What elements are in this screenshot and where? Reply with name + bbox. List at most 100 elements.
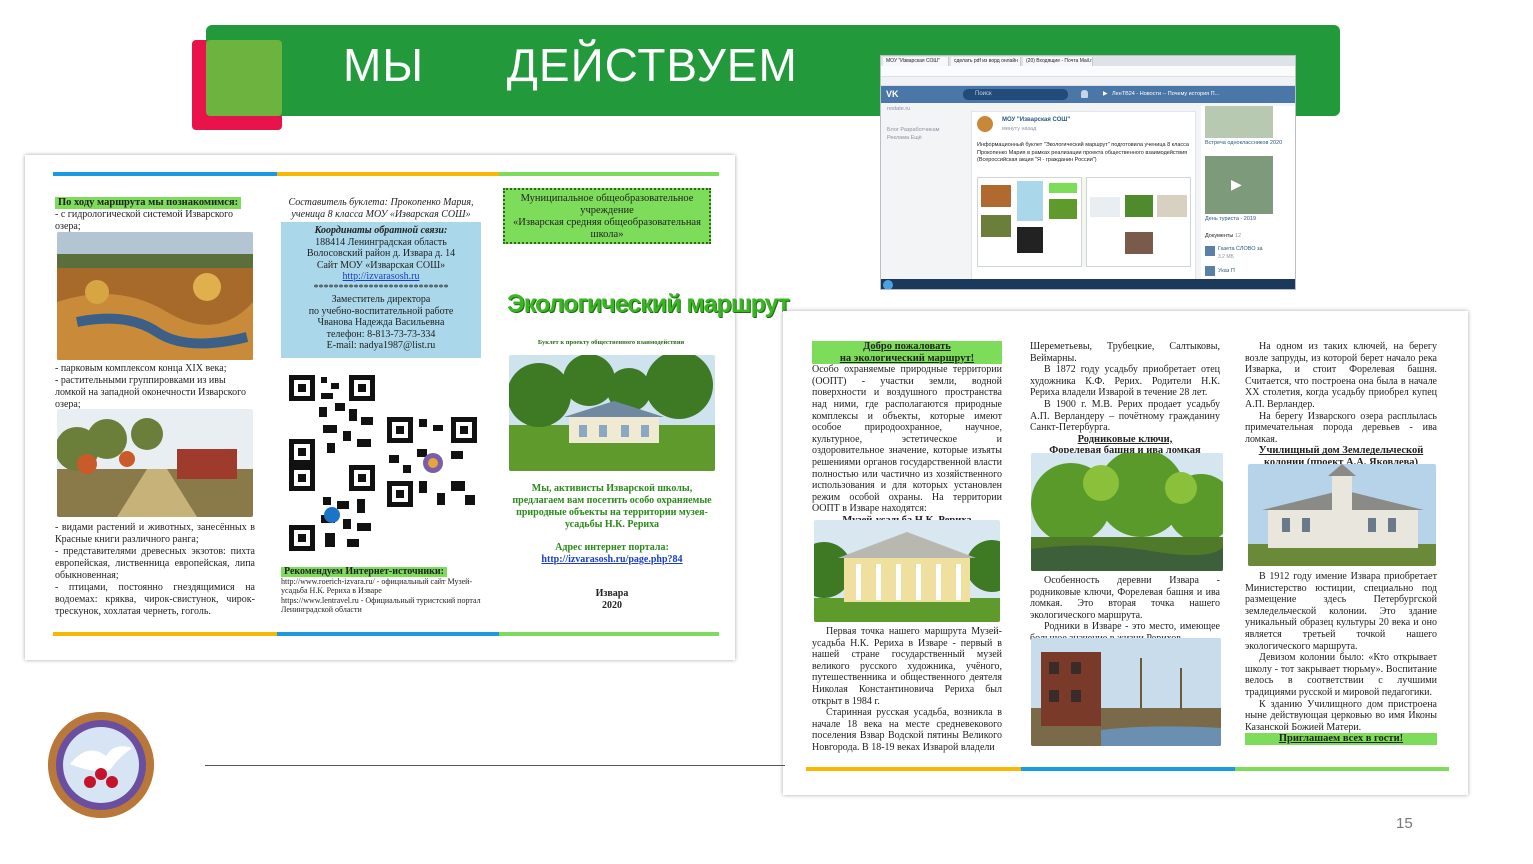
springs-willow-photo bbox=[1031, 453, 1223, 571]
bottom-stripe-blue bbox=[277, 632, 499, 636]
col1-item-1: - с гидрологической системой Изварского … bbox=[55, 209, 234, 232]
bottom-stripe-yellow bbox=[53, 632, 277, 636]
browser-tab[interactable]: МОУ "Изварская СОШ" bbox=[883, 57, 949, 66]
vk-right-column: Встреча одноклассников 2020 ▶ День турис… bbox=[1201, 106, 1295, 281]
manor-house-photo bbox=[509, 355, 715, 471]
park-alley-photo bbox=[57, 409, 253, 517]
col1-item-3: - видами растений и животных, занесённых… bbox=[55, 522, 255, 617]
title-accent-green bbox=[206, 40, 282, 116]
lake-aerial-photo bbox=[57, 232, 253, 360]
title-word-1: МЫ bbox=[343, 39, 425, 91]
document-size: 3.2 МБ bbox=[1218, 254, 1234, 260]
qr-code-icon bbox=[385, 415, 479, 509]
p2-col2: Шереметьевы, Трубецкие, Салтыковы, Вейма… bbox=[1030, 341, 1220, 457]
year-1912-text: В 1912 году имение Извара приобретает Ми… bbox=[1245, 571, 1437, 652]
slide-title: МЫ ДЕЙСТВУЕМ bbox=[343, 38, 798, 92]
post-text: Информационный буклет "Экологический мар… bbox=[977, 142, 1189, 163]
feedback-title: Координаты обратной связи: bbox=[314, 225, 448, 236]
post-time: минуту назад bbox=[1002, 126, 1037, 132]
document-icon bbox=[1205, 246, 1215, 256]
document-link[interactable]: Указ П bbox=[1218, 268, 1235, 274]
school-site-link[interactable]: http://izvarasosh.ru bbox=[281, 271, 481, 283]
portal-link[interactable]: http://izvarasosh.ru/page.php?84 bbox=[509, 554, 715, 565]
album-caption[interactable]: Встреча одноклассников 2020 bbox=[1205, 140, 1295, 147]
document-link[interactable]: Газета СЛОВО за bbox=[1218, 246, 1263, 252]
booklet-title: Экологический маршрут bbox=[507, 290, 790, 318]
vk-header: VK Поиск ▶ ЛенТВ24 - Новости -- Почему и… bbox=[881, 86, 1295, 103]
browser-address-bar[interactable] bbox=[881, 66, 1295, 77]
vk-post: МОУ "Изварская СОШ" минуту назад Информа… bbox=[971, 111, 1196, 281]
school-logo-icon bbox=[48, 712, 154, 818]
school-house-photo bbox=[1248, 464, 1436, 566]
deputy-contact: Заместитель директора по учебно-воспитат… bbox=[308, 294, 454, 351]
bottom-stripe-green bbox=[499, 632, 719, 636]
sidebar-brand: restate.ru bbox=[887, 106, 911, 112]
springs-text: Особенность деревни Извара - родниковые … bbox=[1030, 575, 1220, 621]
footer-divider bbox=[205, 765, 785, 766]
bottom-stripe-blue bbox=[1021, 767, 1235, 771]
browser-tab[interactable]: сделать pdf из ворд онлайн bbox=[951, 57, 1021, 66]
sidebar-links[interactable]: Блог Разработчикам Реклама Ещё bbox=[887, 126, 939, 142]
welcome-heading: Добро пожаловать на экологический маршру… bbox=[812, 341, 1002, 365]
p2-col3: На одном из таких ключей, на берегу возл… bbox=[1245, 341, 1437, 469]
booklet-year: 2020 bbox=[602, 600, 622, 611]
album-cover-photo[interactable] bbox=[1205, 106, 1273, 138]
col1-heading: По ходу маршрута мы познакомимся: bbox=[55, 197, 242, 209]
vk-logo-icon[interactable]: VK bbox=[886, 89, 899, 99]
top-stripe-blue bbox=[53, 172, 277, 176]
browser-tab[interactable]: (20) Входящие - Почта Mail.ru bbox=[1023, 57, 1093, 66]
play-icon[interactable]: ▶ bbox=[1103, 88, 1108, 101]
invite-footer: Приглашаем всех в гости! bbox=[1245, 733, 1437, 745]
museum-text: Первая точка нашего маршрута Музей-усадь… bbox=[812, 626, 1002, 707]
video-caption[interactable]: День туриста - 2019 bbox=[1205, 216, 1295, 222]
bottom-stripe-green bbox=[1235, 767, 1449, 771]
vk-post-screenshot: МОУ "Изварская СОШ" сделать pdf из ворд … bbox=[880, 55, 1296, 290]
invite-text: Мы, активисты Изварской школы, предлагае… bbox=[512, 483, 712, 530]
contact-box: Координаты обратной связи: 188414 Ленинг… bbox=[281, 222, 481, 358]
trout-tower-text: На одном из таких ключей, на берегу возл… bbox=[1245, 341, 1437, 410]
school-name-box: Муниципальное общеобразовательное учрежд… bbox=[503, 188, 711, 244]
p2-col2-lower: Особенность деревни Извара - родниковые … bbox=[1030, 575, 1220, 645]
title-word-2: ДЕЙСТВУЕМ bbox=[506, 39, 798, 91]
windows-taskbar bbox=[881, 279, 1295, 289]
play-icon[interactable]: ▶ bbox=[1231, 176, 1242, 193]
owners-text: Шереметьевы, Трубецкие, Салтыковы, Вейма… bbox=[1030, 341, 1220, 364]
stars-divider: *************************** bbox=[313, 282, 449, 294]
motto-text: Девизом колонии было: «Кто открывает шко… bbox=[1245, 652, 1437, 698]
booklet-subtitle: Буклет к проекту общественного взаимодей… bbox=[537, 339, 685, 346]
sources-heading: Рекомендуем Интернет-источники: bbox=[281, 567, 447, 577]
document-icon bbox=[1205, 266, 1215, 276]
booklet-page-1: По ходу маршрута мы познакомимся: - с ги… bbox=[25, 155, 790, 660]
year-1900-text: В 1900 г. М.В. Рерих продает усадьбу А.П… bbox=[1030, 398, 1220, 434]
place-name: Извара bbox=[595, 588, 629, 599]
top-stripe-yellow bbox=[277, 172, 499, 176]
trout-tower-photo bbox=[1031, 638, 1221, 746]
sources-block: Рекомендуем Интернет-источники: http://w… bbox=[281, 567, 481, 615]
willow-text: На берегу Изварского озера расплылась пр… bbox=[1245, 410, 1437, 445]
vk-search-input[interactable]: Поиск bbox=[963, 89, 1068, 100]
address-text: 188414 Ленинградская область Волосовский… bbox=[306, 236, 456, 271]
top-stripe-green bbox=[499, 172, 719, 176]
portal-label: Адрес интернет портала: bbox=[555, 542, 669, 553]
p2-col1-lower: Первая точка нашего маршрута Музей-усадь… bbox=[812, 626, 1002, 754]
booklet-page-2: Добро пожаловать на экологический маршру… bbox=[783, 311, 1468, 795]
documents-label: Документы 12 bbox=[1205, 233, 1242, 239]
start-button-icon[interactable] bbox=[883, 280, 893, 289]
oopt-text: Особо охраняемые природные территории (О… bbox=[812, 364, 1002, 515]
qr-code-icon bbox=[287, 373, 377, 553]
news-ticker[interactable]: ЛенТВ24 - Новости -- Почему история П... bbox=[1112, 90, 1262, 99]
browser-tab-bar: МОУ "Изварская СОШ" сделать pdf из ворд … bbox=[881, 56, 1295, 66]
estate-text: Старинная русская усадьба, возникла в на… bbox=[812, 707, 1002, 753]
compiler-credit: Составитель буклета: Прокопенко Мария, у… bbox=[288, 197, 474, 220]
rerikh-museum-photo bbox=[814, 520, 1000, 622]
bell-icon[interactable] bbox=[1081, 90, 1088, 98]
avatar[interactable] bbox=[977, 116, 993, 132]
col1-item-2: - парковым комплексом конца XIX века; - … bbox=[55, 363, 246, 410]
church-text: К зданию Училищного дом пристроена ныне … bbox=[1245, 698, 1437, 733]
video-cover-photo[interactable]: ▶ bbox=[1205, 156, 1273, 214]
bookmarks-bar bbox=[881, 77, 1295, 86]
post-attachment-booklet[interactable] bbox=[977, 177, 1191, 267]
post-author[interactable]: МОУ "Изварская СОШ" bbox=[1002, 117, 1070, 123]
p2-col1: Добро пожаловать на экологический маршру… bbox=[812, 341, 1002, 527]
page-number: 15 bbox=[1396, 815, 1413, 832]
